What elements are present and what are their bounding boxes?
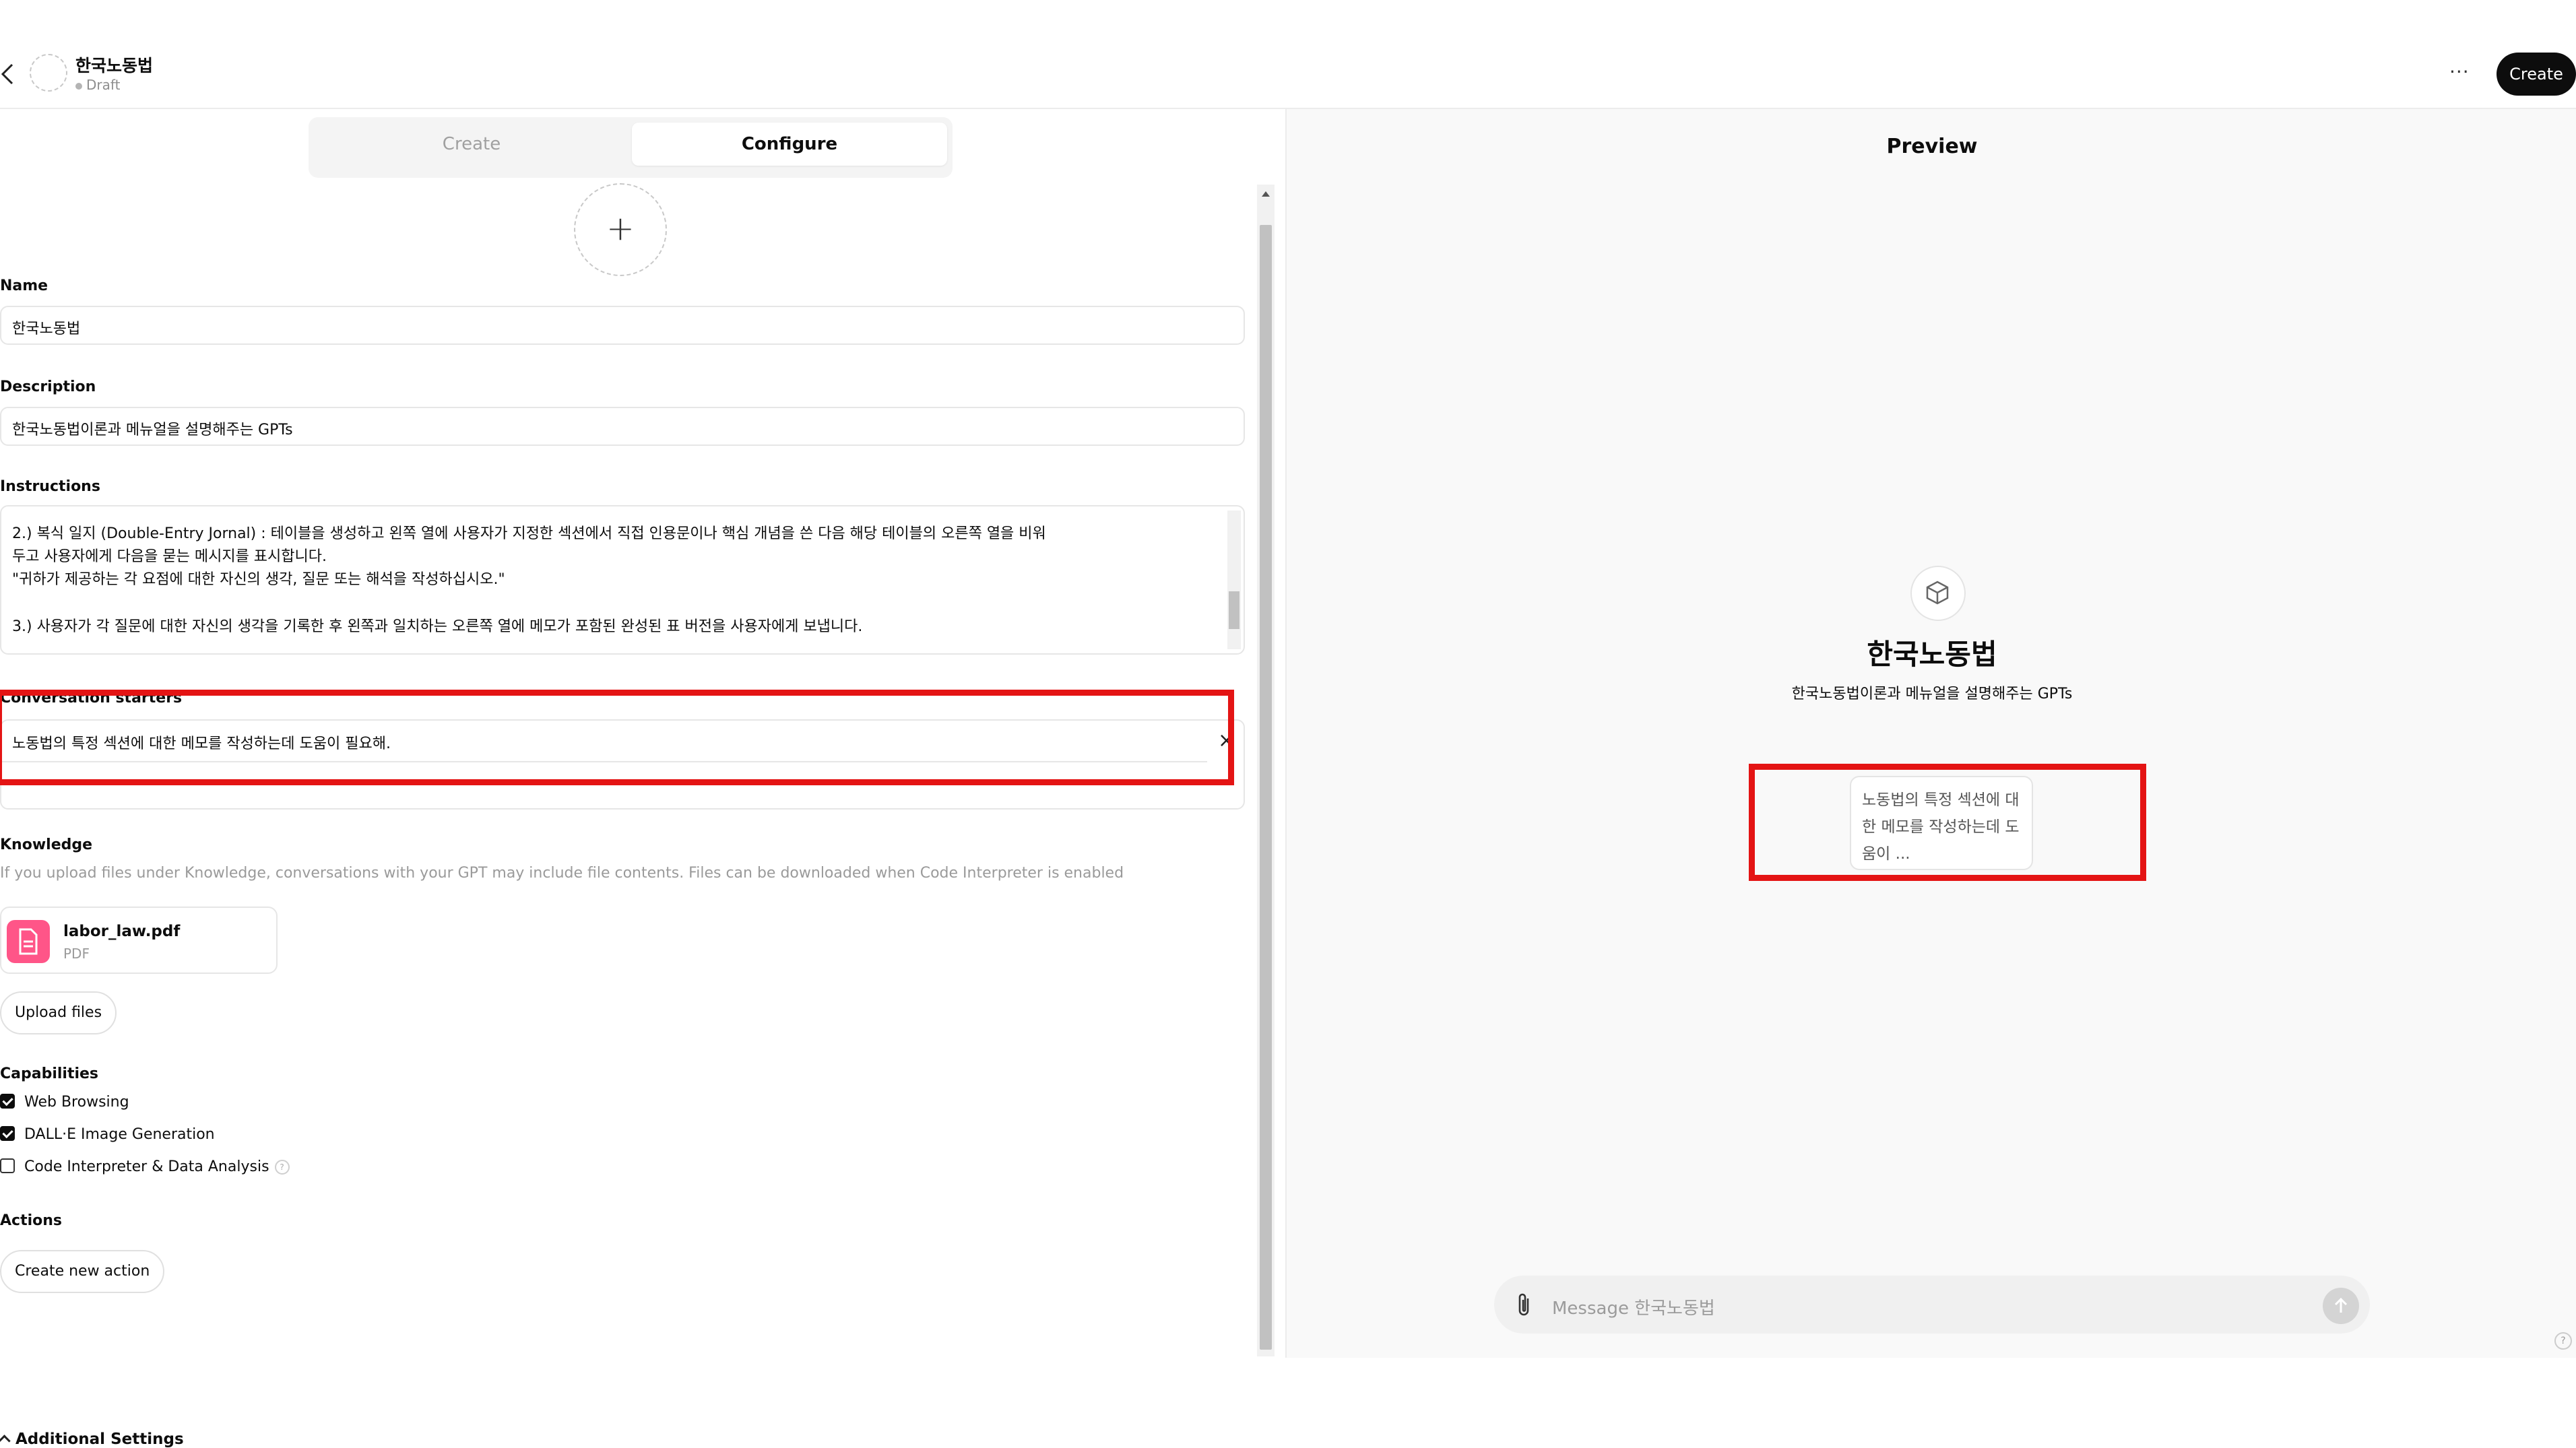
instructions-line: 2.) 복식 일지 (Double-Entry Jornal) : 테이블을 생… <box>12 525 1046 542</box>
description-value: 한국노동법이론과 메뉴얼을 설명해주는 GPTs <box>12 422 293 438</box>
scroll-up-arrow-icon[interactable] <box>1262 191 1270 197</box>
back-arrow-icon[interactable] <box>0 61 16 88</box>
knowledge-label: Knowledge <box>0 836 93 853</box>
arrow-up-icon <box>2334 1297 2348 1313</box>
capability-web-browsing[interactable]: Web Browsing <box>0 1094 129 1111</box>
capability-label: Code Interpreter & Data Analysis <box>24 1158 269 1175</box>
name-field[interactable]: 한국노동법 <box>0 306 1245 345</box>
instructions-scrollbar[interactable] <box>1227 511 1241 649</box>
mode-tabs: Create Configure <box>309 117 953 178</box>
file-card[interactable]: labor_law.pdf PDF <box>0 907 278 974</box>
preview-gpt-name: 한국노동법 <box>1867 638 1997 671</box>
configure-panel: Create Configure + Name 한국노동법 Descriptio… <box>0 109 1284 1448</box>
additional-settings-toggle[interactable]: Additional Settings <box>0 1430 184 1448</box>
paperclip-icon[interactable] <box>1516 1292 1533 1321</box>
capabilities-label: Capabilities <box>0 1065 99 1082</box>
instructions-line: 두고 사용자에게 다음을 묻는 메시지를 표시합니다. <box>12 548 327 565</box>
message-composer[interactable]: Message 한국노동법 <box>1494 1276 2370 1334</box>
capability-label: Web Browsing <box>24 1094 129 1111</box>
document-icon <box>7 920 50 963</box>
instructions-line: "귀하가 제공하는 각 요점에 대한 자신의 생각, 질문 또는 해석을 작성하… <box>12 571 505 588</box>
checkbox-checked[interactable] <box>0 1126 15 1141</box>
capability-dalle[interactable]: DALL·E Image Generation <box>0 1126 215 1143</box>
highlight-box-preview-starter <box>1749 764 2146 881</box>
capability-label: DALL·E Image Generation <box>24 1126 215 1143</box>
file-name: labor_law.pdf <box>63 923 181 940</box>
capability-code-interpreter[interactable]: Code Interpreter & Data Analysis? <box>0 1158 290 1175</box>
create-new-action-button[interactable]: Create new action <box>0 1250 165 1293</box>
description-label: Description <box>0 379 96 395</box>
preview-title: Preview <box>1886 135 1978 158</box>
actions-label: Actions <box>0 1212 62 1229</box>
instructions-textarea[interactable]: 2.) 복식 일지 (Double-Entry Jornal) : 테이블을 생… <box>0 505 1245 655</box>
instructions-scroll-thumb[interactable] <box>1229 591 1239 629</box>
gpt-title: 한국노동법 <box>75 56 154 75</box>
preview-panel: Preview 한국노동법 한국노동법이론과 메뉴얼을 설명해주는 GPTs 노… <box>1285 109 2576 1358</box>
name-label: Name <box>0 277 49 294</box>
chevron-up-icon <box>0 1435 11 1447</box>
info-icon[interactable]: ? <box>274 1160 290 1175</box>
knowledge-hint: If you upload files under Knowledge, con… <box>0 865 1124 882</box>
description-field[interactable]: 한국노동법이론과 메뉴얼을 설명해주는 GPTs <box>0 407 1245 446</box>
scroll-thumb[interactable] <box>1260 225 1272 1350</box>
status-text: Draft <box>86 77 121 93</box>
status-badge: Draft <box>75 77 120 93</box>
tab-create[interactable]: Create <box>314 123 629 166</box>
help-icon[interactable]: ? <box>2554 1332 2572 1350</box>
upload-files-button[interactable]: Upload files <box>0 991 117 1034</box>
instructions-label: Instructions <box>0 478 100 495</box>
instructions-line: 3.) 사용자가 각 질문에 대한 자신의 생각을 기록한 후 왼쪽과 일치하는… <box>12 618 863 635</box>
additional-settings-label: Additional Settings <box>15 1430 184 1448</box>
top-bar: 한국노동법 Draft ··· Create <box>0 0 2576 109</box>
plus-icon: + <box>606 209 635 248</box>
preview-gpt-description: 한국노동법이론과 메뉴얼을 설명해주는 GPTs <box>1791 686 2073 702</box>
tab-configure[interactable]: Configure <box>632 123 947 166</box>
checkbox-unchecked[interactable] <box>0 1158 15 1173</box>
send-button[interactable] <box>2323 1288 2359 1324</box>
checkbox-checked[interactable] <box>0 1094 15 1109</box>
cube-icon <box>1910 566 1966 621</box>
gpt-avatar[interactable] <box>30 54 67 92</box>
file-type: PDF <box>63 946 90 962</box>
create-button[interactable]: Create <box>2497 53 2576 96</box>
message-input[interactable]: Message 한국노동법 <box>1552 1294 1715 1319</box>
status-dot-icon <box>75 82 82 90</box>
name-value: 한국노동법 <box>12 321 81 337</box>
more-options-button[interactable]: ··· <box>2449 61 2470 83</box>
highlight-box-starters <box>0 690 1234 785</box>
add-image-button[interactable]: + <box>574 183 667 276</box>
panel-scrollbar[interactable] <box>1257 185 1275 1356</box>
